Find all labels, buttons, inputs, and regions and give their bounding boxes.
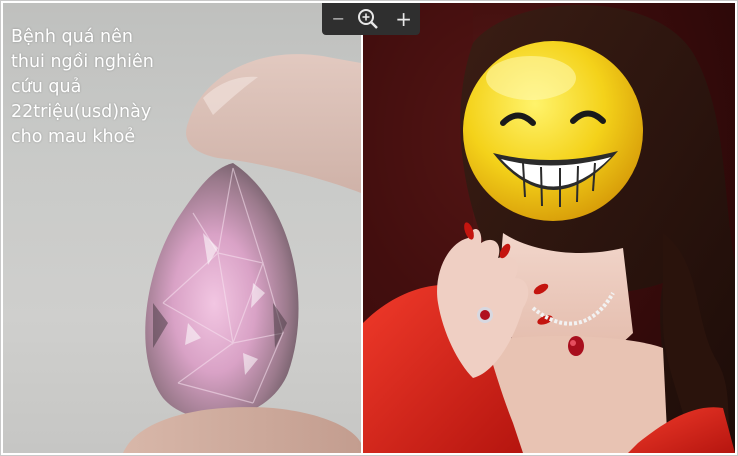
woman-photo xyxy=(363,3,735,453)
zoom-magnifier-icon[interactable] xyxy=(357,8,385,30)
pink-diamond xyxy=(145,163,299,419)
image-viewer: Bệnh quá nên thui ngồi nghiên cứu quả 22… xyxy=(0,0,738,456)
finger-shape xyxy=(186,54,361,193)
caption-line-4: 22triệu(usd)này xyxy=(11,102,152,122)
caption-line-2: thui ngồi nghiên xyxy=(11,52,154,72)
zoom-toolbar: − + xyxy=(322,3,420,35)
ruby-pendant xyxy=(568,336,584,356)
zoom-in-button[interactable]: + xyxy=(390,9,418,29)
grinning-emoji-icon xyxy=(463,41,643,221)
woman-illustration xyxy=(363,3,735,453)
bottom-finger xyxy=(123,407,361,453)
caption-line-1: Bệnh quá nên xyxy=(11,27,133,47)
zoom-out-button[interactable]: − xyxy=(324,9,352,29)
caption-text: Bệnh quá nên thui ngồi nghiên cứu quả 22… xyxy=(11,25,211,150)
diamond-photo: Bệnh quá nên thui ngồi nghiên cứu quả 22… xyxy=(3,3,361,453)
caption-line-3: cứu quả xyxy=(11,77,82,97)
caption-line-5: cho mau khoẻ xyxy=(11,127,136,147)
